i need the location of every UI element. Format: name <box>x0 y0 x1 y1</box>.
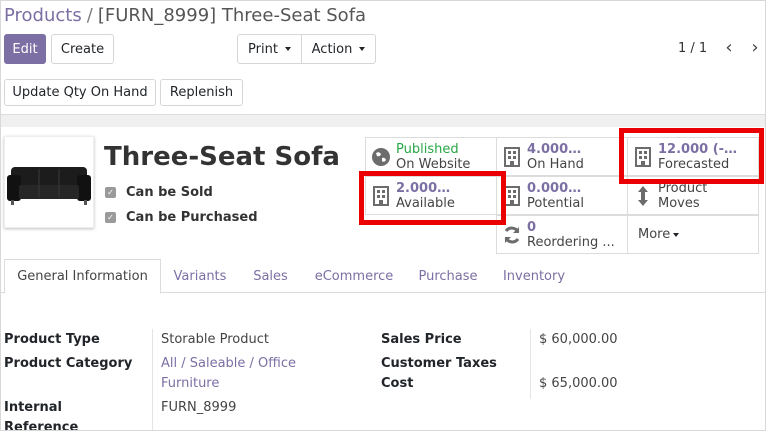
reordering-value: 0 <box>527 219 537 235</box>
can-be-sold-checkbox[interactable]: ✓ <box>105 187 116 198</box>
tab-inventory[interactable]: Inventory <box>494 259 574 293</box>
caret-down-icon <box>359 47 366 51</box>
on-hand-value: 4.000… <box>527 141 582 157</box>
forecasted-highlight-box <box>619 128 764 184</box>
field-divider-right <box>530 329 531 399</box>
product-category-link[interactable]: All / Saleable / Office <box>161 356 296 371</box>
arrows-vertical-icon <box>628 185 658 207</box>
internal-reference-label: Internal <box>4 400 63 415</box>
on-hand-label: On Hand <box>527 156 584 172</box>
pager-previous-icon[interactable]: ‹ <box>721 37 737 58</box>
product-moves-line2: Moves <box>658 195 700 211</box>
replenish-button[interactable]: Replenish <box>160 79 243 106</box>
tab-ecommerce[interactable]: eCommerce <box>306 259 402 293</box>
print-dropdown[interactable]: Print <box>237 34 302 64</box>
action-dropdown[interactable]: Action <box>301 34 376 64</box>
can-be-purchased-row: ✓ Can be Purchased <box>105 210 258 225</box>
potential-label: Potential <box>527 195 584 211</box>
published-label: On Website <box>396 156 471 172</box>
reordering-smart-button[interactable]: 0 Reordering ... <box>496 215 628 254</box>
tab-purchase[interactable]: Purchase <box>410 259 486 293</box>
refresh-icon <box>497 225 527 245</box>
reordering-label: Reordering ... <box>527 234 615 250</box>
can-be-sold-row: ✓ Can be Sold <box>105 185 213 200</box>
product-image[interactable] <box>4 136 94 228</box>
edit-button[interactable]: Edit <box>4 34 46 64</box>
tab-general-information[interactable]: General Information <box>4 259 161 294</box>
more-dropdown[interactable]: More <box>627 215 759 254</box>
notebook-tabs: General Information Variants Sales eComm… <box>1 259 765 294</box>
potential-smart-button[interactable]: 0.000… Potential <box>496 176 628 215</box>
breadcrumb: Products / [FURN_8999] Three-Seat Sofa <box>4 5 366 26</box>
more-label: More <box>638 227 671 242</box>
breadcrumb-current: [FURN_8999] Three-Seat Sofa <box>97 5 367 26</box>
customer-taxes-label: Customer Taxes <box>381 356 497 371</box>
control-panel: Products / [FURN_8999] Three-Seat Sofa Edi… <box>1 1 765 115</box>
published-status: Published <box>396 141 459 157</box>
sheet-background <box>1 115 765 127</box>
form-view: Products / [FURN_8999] Three-Seat Sofa Edi… <box>0 0 766 431</box>
tab-sales[interactable]: Sales <box>243 259 298 293</box>
pager-next-icon[interactable]: › <box>747 37 763 58</box>
can-be-purchased-checkbox[interactable]: ✓ <box>105 212 116 223</box>
internal-reference-value: FURN_8999 <box>161 400 237 415</box>
create-button[interactable]: Create <box>51 34 114 64</box>
breadcrumb-separator: / <box>86 5 93 26</box>
caret-down-icon <box>284 47 291 51</box>
available-highlight-box <box>359 171 506 225</box>
potential-value: 0.000… <box>527 180 582 196</box>
sofa-icon <box>7 167 91 205</box>
cost-label: Cost <box>381 376 414 391</box>
field-divider-left <box>152 329 153 430</box>
can-be-purchased-label: Can be Purchased <box>126 210 258 225</box>
product-category-label: Product Category <box>4 356 133 371</box>
can-be-sold-label: Can be Sold <box>126 185 213 200</box>
internal-reference-label-line2: Reference <box>4 420 79 431</box>
sales-price-label: Sales Price <box>381 332 462 347</box>
print-label: Print <box>248 41 278 57</box>
update-qty-on-hand-button[interactable]: Update Qty On Hand <box>4 79 156 106</box>
breadcrumb-products-link[interactable]: Products <box>4 5 82 26</box>
cost-value: $ 65,000.00 <box>539 376 618 391</box>
pager-value: 1 / 1 <box>678 41 708 56</box>
product-type-label: Product Type <box>4 332 100 347</box>
product-category-link-line2[interactable]: Furniture <box>161 376 219 391</box>
caret-down-icon <box>673 232 680 237</box>
product-type-value: Storable Product <box>161 332 269 347</box>
on-hand-smart-button[interactable]: 4.000… On Hand <box>496 137 628 176</box>
action-label: Action <box>311 41 353 57</box>
globe-icon <box>366 147 396 167</box>
product-name: Three-Seat Sofa <box>104 142 340 172</box>
building-icon <box>497 146 527 167</box>
sales-price-value: $ 60,000.00 <box>539 332 618 347</box>
tab-variants[interactable]: Variants <box>165 259 235 293</box>
